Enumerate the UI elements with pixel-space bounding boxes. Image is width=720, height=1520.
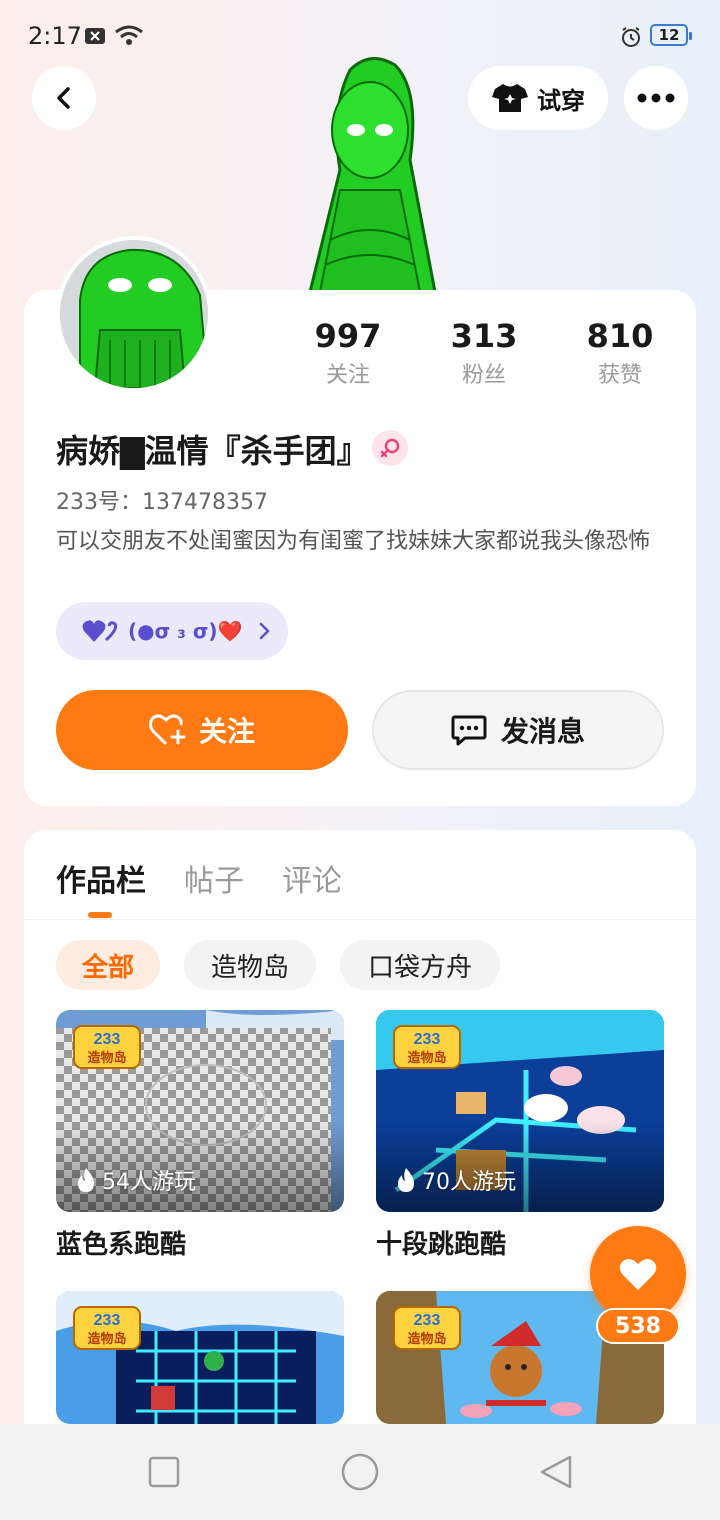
creation-island-logo: 233 造物岛	[72, 1022, 142, 1072]
svg-text:233: 233	[414, 1312, 441, 1329]
user-bio: 可以交朋友不处闺蜜因为有闺蜜了找妹妹大家都说我头像恐怖	[56, 529, 651, 554]
game-thumbnail: 233 造物岛	[56, 1291, 344, 1424]
tab-active-indicator	[88, 912, 112, 918]
svg-text:233: 233	[94, 1031, 121, 1048]
send-message-button[interactable]: 发消息	[372, 690, 664, 770]
svg-text:造物岛: 造物岛	[407, 1331, 446, 1347]
avatar-3d-figure	[270, 50, 470, 292]
game-card-blue-parkour[interactable]: 233 造物岛 54人游玩 蓝色系跑酷	[56, 1010, 344, 1261]
stat-following-label: 关注	[325, 363, 370, 388]
game-card[interactable]: 233 造物岛	[56, 1291, 344, 1424]
svg-text:造物岛: 造物岛	[87, 1331, 126, 1347]
heart-plus-icon	[148, 714, 186, 746]
circle-icon	[341, 1453, 379, 1491]
more-options-button[interactable]	[624, 66, 688, 130]
back-nav-button[interactable]	[538, 1454, 574, 1494]
tab-posts[interactable]: 帖子	[184, 856, 244, 900]
flame-icon	[78, 1168, 94, 1192]
creation-island-logo: 233 造物岛	[72, 1303, 142, 1353]
wifi-icon	[114, 24, 144, 50]
username: 病娇▇温情『杀手团』	[56, 432, 369, 470]
filter-creation-island[interactable]: 造物岛	[184, 940, 316, 990]
triangle-back-icon	[540, 1455, 572, 1489]
play-count-text: 54人游玩	[102, 1170, 196, 1195]
heart-icon	[619, 1258, 657, 1290]
stat-likes-label: 获赞	[597, 363, 642, 388]
stat-fans-label: 粉丝	[461, 363, 506, 388]
like-count-badge: 538	[596, 1308, 680, 1344]
profile-tag-text: (●σ ₃ σ)❤️	[128, 619, 243, 643]
chat-bubble-icon	[451, 715, 487, 746]
game-thumbnail: 233 造物岛 54人游玩	[56, 1010, 344, 1212]
double-heart-icon	[82, 620, 118, 642]
recent-apps-button[interactable]	[148, 1456, 180, 1492]
game-thumbnail: 233 造物岛 70人游玩	[376, 1010, 664, 1212]
follow-button[interactable]: 关注	[56, 690, 348, 770]
filter-all[interactable]: 全部	[56, 940, 160, 990]
play-count: 70人游玩	[396, 1164, 516, 1196]
user-id: 233号：137478357	[56, 490, 268, 515]
send-message-label: 发消息	[500, 715, 585, 748]
tab-works[interactable]: 作品栏	[56, 856, 146, 900]
filter-pocket-ark[interactable]: 口袋方舟	[340, 940, 500, 990]
svg-text:造物岛: 造物岛	[407, 1050, 446, 1066]
follow-label: 关注	[198, 715, 255, 748]
back-button[interactable]	[32, 66, 96, 130]
square-icon	[148, 1456, 180, 1488]
stat-likes[interactable]: 810 获赞	[565, 316, 675, 392]
system-nav-bar	[0, 1424, 720, 1520]
tshirt-icon	[492, 84, 528, 112]
creation-island-logo: 233 造物岛	[392, 1303, 462, 1353]
chevron-left-icon	[57, 87, 70, 109]
try-on-button[interactable]: 试穿	[468, 66, 608, 130]
tab-divider	[24, 919, 696, 920]
svg-text:造物岛: 造物岛	[87, 1050, 126, 1066]
stat-fans[interactable]: 313 粉丝	[429, 316, 539, 392]
stat-following-value: 997	[314, 317, 382, 355]
flame-icon	[398, 1168, 414, 1192]
stat-likes-value: 810	[586, 317, 654, 355]
game-card-ten-jump-parkour[interactable]: 233 造物岛 70人游玩 十段跳跑酷	[376, 1010, 664, 1261]
more-dots-icon	[637, 93, 675, 103]
notification-icon	[84, 26, 106, 50]
play-count-text: 70人游玩	[422, 1170, 516, 1195]
profile-tag-pill[interactable]: (●σ ₃ σ)❤️	[56, 602, 288, 660]
svg-text:233: 233	[94, 1312, 121, 1329]
avatar[interactable]	[56, 236, 212, 392]
alarm-icon	[620, 26, 642, 52]
battery-indicator: 12	[650, 24, 692, 46]
try-on-label: 试穿	[537, 86, 585, 115]
chevron-right-icon	[260, 622, 271, 640]
female-gender-icon	[372, 430, 408, 466]
play-count: 54人游玩	[76, 1164, 196, 1196]
stat-following[interactable]: 997 关注	[293, 316, 403, 392]
creation-island-logo: 233 造物岛	[392, 1022, 462, 1072]
status-time: 2:17	[28, 22, 82, 50]
tab-comments[interactable]: 评论	[282, 856, 342, 900]
svg-text:233: 233	[414, 1031, 441, 1048]
game-title: 蓝色系跑酷	[56, 1230, 187, 1260]
stat-fans-value: 313	[450, 317, 518, 355]
home-button[interactable]	[340, 1452, 380, 1496]
